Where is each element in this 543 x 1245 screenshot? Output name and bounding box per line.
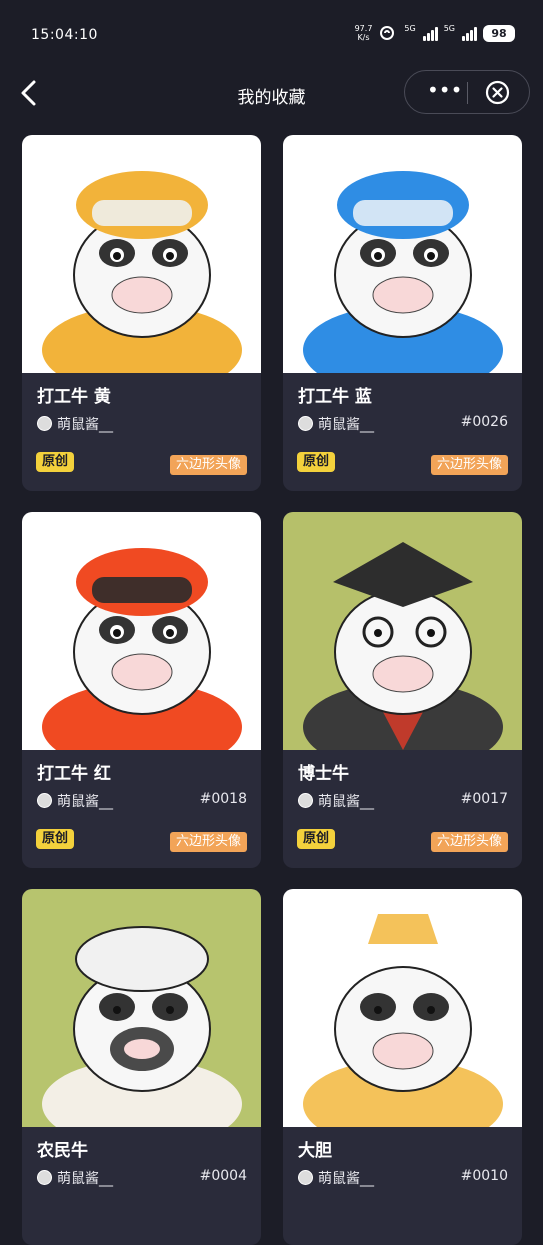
signal-icon — [422, 25, 438, 41]
more-button[interactable]: ••• — [427, 79, 462, 105]
avatar — [298, 416, 313, 431]
original-badge: 原创 — [36, 452, 75, 472]
status-time: 15:04:10 — [31, 27, 98, 43]
card-name: 大胆 — [298, 1141, 332, 1161]
top-navigation: 我的收藏 ••• — [0, 70, 543, 116]
network-speed-unit: K/s — [357, 33, 370, 42]
status-icons: 97.7 K/s 5G 5G 98 — [355, 24, 515, 42]
hexagon-avatar-badge: 六边形头像 — [430, 832, 508, 852]
avatar — [37, 416, 52, 431]
serial-number: #0010 — [460, 1168, 508, 1184]
author-name: 萌鼠酱__ — [318, 794, 374, 810]
author-row: 萌鼠酱__ #0010 — [298, 1168, 508, 1188]
hexagon-avatar-badge: 六边形头像 — [169, 455, 247, 475]
collection-card[interactable]: 大胆 萌鼠酱__ #0010 — [283, 889, 522, 1245]
sim2-label: 5G — [443, 23, 455, 33]
card-name: 农民牛 — [37, 1141, 88, 1161]
card-name: 打工牛 红 — [37, 764, 111, 784]
author-name: 萌鼠酱__ — [57, 1171, 113, 1187]
serial-number: #0017 — [460, 791, 508, 807]
author-name: 萌鼠酱__ — [57, 417, 113, 433]
close-button[interactable] — [485, 80, 510, 105]
card-name: 打工牛 蓝 — [298, 387, 372, 407]
hexagon-avatar-badge: 六边形头像 — [169, 832, 247, 852]
original-badge: 原创 — [297, 829, 336, 849]
author-name: 萌鼠酱__ — [318, 1171, 374, 1187]
battery-icon: 98 — [483, 24, 515, 42]
author-row: 萌鼠酱__ #0004 — [37, 1168, 247, 1188]
close-icon — [485, 80, 510, 105]
serial-number: #0026 — [460, 414, 508, 430]
cow-avatar-image — [283, 889, 522, 1127]
serial-number: #0004 — [199, 1168, 247, 1184]
collection-card[interactable]: 博士牛 萌鼠酱__ #0017 原创 六边形头像 — [283, 512, 522, 868]
collection-card[interactable]: 打工牛 黄 萌鼠酱__ 原创 六边形头像 — [22, 135, 261, 491]
avatar — [37, 793, 52, 808]
author-name: 萌鼠酱__ — [57, 794, 113, 810]
cow-avatar-image — [22, 512, 261, 750]
status-bar: 15:04:10 97.7 K/s 5G 5G 98 — [0, 0, 543, 70]
cow-avatar-image — [22, 135, 261, 373]
avatar — [298, 793, 313, 808]
signal-icon — [462, 25, 477, 41]
card-name: 打工牛 黄 — [37, 387, 111, 407]
avatar — [37, 1170, 52, 1185]
hd-call-icon — [380, 26, 395, 40]
original-badge: 原创 — [36, 829, 75, 849]
author-row: 萌鼠酱__ #0026 — [298, 414, 508, 434]
author-row: 萌鼠酱__ #0017 — [298, 791, 508, 811]
sim1-label: 5G — [404, 23, 416, 33]
author-row: 萌鼠酱__ — [37, 414, 247, 434]
network-speed: 97.7 K/s — [355, 24, 373, 42]
hexagon-avatar-badge: 六边形头像 — [430, 455, 508, 475]
mini-program-capsule: ••• — [404, 70, 530, 114]
collection-card[interactable]: 农民牛 萌鼠酱__ #0004 — [22, 889, 261, 1245]
network-speed-value: 97.7 — [354, 24, 373, 33]
avatar — [298, 1170, 313, 1185]
collection-card[interactable]: 打工牛 红 萌鼠酱__ #0018 原创 六边形头像 — [22, 512, 261, 868]
capsule-divider — [467, 82, 468, 104]
card-name: 博士牛 — [298, 764, 349, 784]
author-row: 萌鼠酱__ #0018 — [37, 791, 247, 811]
cow-avatar-image — [22, 889, 261, 1127]
original-badge: 原创 — [297, 452, 336, 472]
serial-number: #0018 — [199, 791, 247, 807]
collection-card[interactable]: 打工牛 蓝 萌鼠酱__ #0026 原创 六边形头像 — [283, 135, 522, 491]
cow-avatar-image — [283, 135, 522, 373]
cow-avatar-image — [283, 512, 522, 750]
author-name: 萌鼠酱__ — [318, 417, 374, 433]
